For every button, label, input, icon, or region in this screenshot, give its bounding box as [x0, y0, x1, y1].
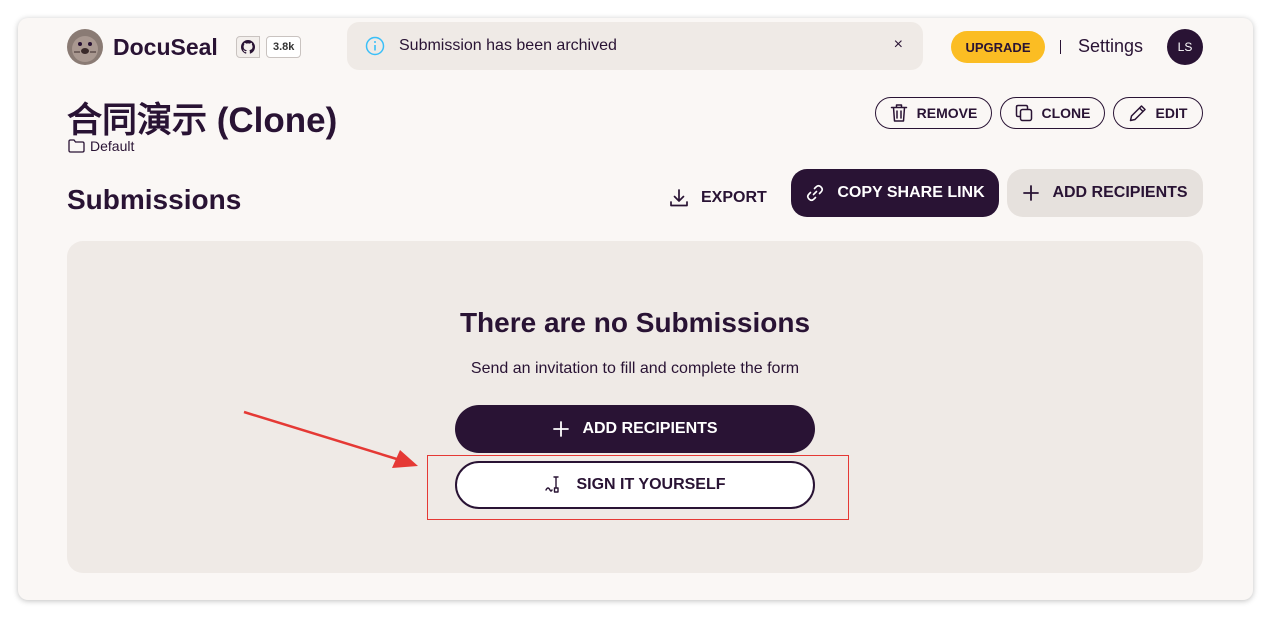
remove-button[interactable]: REMOVE — [875, 97, 992, 129]
clone-button[interactable]: CLONE — [1000, 97, 1105, 129]
add-recipients-label: ADD RECIPIENTS — [1052, 184, 1188, 201]
settings-link[interactable]: Settings — [1078, 36, 1143, 57]
submissions-heading: Submissions — [67, 184, 242, 215]
copy-share-link-button[interactable]: COPY SHARE LINK — [791, 169, 999, 217]
folder-name: Default — [90, 138, 135, 154]
trash-icon — [890, 104, 907, 122]
export-label: EXPORT — [701, 189, 767, 206]
close-icon[interactable]: × — [894, 36, 903, 54]
github-icon — [236, 36, 260, 58]
empty-add-recipients-label: ADD RECIPIENTS — [582, 420, 718, 437]
edit-button[interactable]: EDIT — [1113, 97, 1203, 129]
annotation-highlight-box — [427, 455, 849, 520]
download-icon — [670, 189, 688, 207]
github-badge[interactable]: 3.8k — [236, 36, 302, 58]
pencil-icon — [1129, 105, 1146, 122]
header-divider — [1060, 40, 1061, 54]
export-button[interactable]: EXPORT — [669, 182, 767, 214]
empty-state-panel: There are no Submissions Send an invitat… — [67, 241, 1203, 573]
empty-add-recipients-button[interactable]: ADD RECIPIENTS — [455, 405, 815, 453]
edit-label: EDIT — [1155, 105, 1188, 121]
annotation-arrow-icon — [243, 410, 418, 468]
empty-state-subtitle: Send an invitation to fill and complete … — [470, 360, 800, 377]
toast-message: Submission has been archived — [399, 37, 617, 54]
link-icon — [807, 184, 824, 202]
page-title: 合同演示 (Clone) — [67, 101, 338, 140]
github-stars: 3.8k — [266, 36, 302, 58]
folder-link[interactable]: Default — [68, 138, 134, 154]
empty-state-title: There are no Submissions — [459, 307, 811, 338]
copy-link-label: COPY SHARE LINK — [837, 184, 985, 201]
brand-name: DocuSeal — [113, 33, 218, 60]
folder-icon — [68, 139, 85, 153]
plus-icon — [1023, 185, 1040, 201]
upgrade-button[interactable]: UPGRADE — [951, 31, 1045, 63]
seal-logo-icon — [67, 29, 103, 65]
remove-label: REMOVE — [916, 105, 978, 121]
info-icon — [365, 36, 385, 56]
logo[interactable]: DocuSeal — [66, 28, 218, 66]
clone-label: CLONE — [1041, 105, 1091, 121]
copy-icon — [1015, 104, 1032, 122]
add-recipients-button[interactable]: ADD RECIPIENTS — [1007, 169, 1203, 217]
avatar[interactable]: LS — [1167, 29, 1203, 65]
archived-toast: Submission has been archived × — [347, 22, 923, 70]
plus-icon — [553, 421, 570, 437]
